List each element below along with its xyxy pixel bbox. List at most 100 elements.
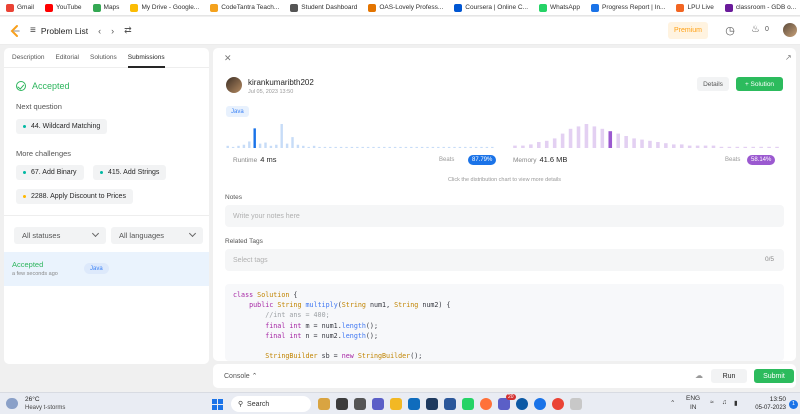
details-button[interactable]: Details	[697, 77, 729, 91]
distribution-bar[interactable]	[656, 142, 660, 148]
distribution-bar[interactable]	[719, 146, 724, 148]
language-indicator[interactable]: ENG	[686, 395, 700, 402]
distribution-bar[interactable]	[404, 146, 408, 148]
distribution-bar[interactable]	[420, 146, 424, 148]
distribution-bar[interactable]	[415, 146, 418, 148]
distribution-bar[interactable]	[679, 144, 684, 148]
bookmark-link[interactable]: My Drive - Google...	[130, 3, 199, 12]
distribution-bar[interactable]	[237, 145, 240, 148]
distribution-bar[interactable]	[269, 145, 273, 148]
bookmark-link[interactable]: LPU Live	[676, 3, 714, 12]
distribution-bar[interactable]	[529, 144, 533, 148]
distribution-bar[interactable]	[469, 146, 472, 148]
distribution-bar[interactable]	[608, 131, 613, 148]
distribution-bar[interactable]	[264, 142, 267, 148]
weather-icon[interactable]	[6, 398, 18, 409]
shuffle-icon[interactable]: ⇄	[124, 25, 132, 36]
distribution-bar[interactable]	[648, 140, 652, 148]
tab-description[interactable]: Description	[12, 48, 45, 68]
submission-row[interactable]: Accepted a few seconds ago Java	[4, 252, 209, 286]
distribution-bar[interactable]	[312, 145, 316, 148]
distribution-bar[interactable]	[584, 124, 589, 148]
cloud-save-icon[interactable]: ☁	[695, 371, 703, 380]
code-block[interactable]: class Solution { public String multiply(…	[225, 284, 784, 361]
distribution-bar[interactable]	[372, 146, 375, 148]
distribution-bar[interactable]	[521, 145, 525, 148]
file-explorer-icon[interactable]	[390, 398, 402, 410]
windows-start-icon[interactable]	[212, 399, 223, 410]
distribution-bar[interactable]	[350, 146, 354, 148]
distribution-bar[interactable]	[296, 144, 300, 148]
weather-temp[interactable]: 26°C	[25, 396, 40, 403]
weather-desc[interactable]: Heavy t-storms	[25, 405, 65, 411]
distribution-bar[interactable]	[759, 146, 763, 148]
streak-icon[interactable]: ♨	[751, 24, 760, 35]
memory-distribution-chart[interactable]	[511, 118, 781, 152]
runtime-distribution-chart[interactable]	[225, 118, 495, 152]
challenge-chip[interactable]: 2288. Apply Discount to Prices	[16, 189, 133, 204]
distribution-bar[interactable]	[275, 144, 278, 148]
distribution-bar[interactable]	[323, 146, 327, 148]
distribution-bar[interactable]	[703, 145, 708, 148]
distribution-bar[interactable]	[431, 146, 435, 148]
distribution-bar[interactable]	[242, 144, 246, 148]
distribution-bar[interactable]	[751, 146, 755, 148]
battery-icon[interactable]: ▮	[734, 399, 738, 407]
problem-list-icon[interactable]: ≡	[30, 25, 36, 36]
add-solution-button[interactable]: + Solution	[736, 77, 783, 91]
next-problem-icon[interactable]: ›	[111, 26, 114, 36]
distribution-bar[interactable]	[480, 146, 483, 148]
close-icon[interactable]: ✕	[224, 53, 232, 64]
distribution-bar[interactable]	[291, 137, 294, 148]
distribution-bar[interactable]	[687, 145, 692, 148]
distribution-bar[interactable]	[280, 124, 283, 148]
timer-icon[interactable]: ◷	[723, 24, 737, 38]
taskbar-app-icon[interactable]	[336, 398, 348, 410]
distribution-bar[interactable]	[453, 146, 456, 148]
problem-list-link[interactable]: Problem List	[41, 26, 88, 36]
distribution-bar[interactable]	[329, 146, 332, 148]
challenge-chip[interactable]: 415. Add Strings	[93, 165, 167, 180]
taskbar-app-icon[interactable]	[408, 398, 420, 410]
taskbar-app-icon[interactable]	[354, 398, 366, 410]
distribution-bar[interactable]	[366, 146, 370, 148]
distribution-bar[interactable]	[544, 140, 549, 148]
teams-icon[interactable]	[372, 398, 384, 410]
distribution-bar[interactable]	[226, 145, 229, 148]
distribution-bar[interactable]	[285, 143, 289, 148]
chrome-icon[interactable]	[534, 398, 546, 410]
distribution-bar[interactable]	[377, 146, 381, 148]
notes-input[interactable]: Write your notes here	[225, 205, 784, 227]
distribution-bar[interactable]	[399, 146, 402, 148]
premium-button[interactable]: Premium	[668, 22, 708, 39]
distribution-bar[interactable]	[383, 146, 386, 148]
distribution-bar[interactable]	[426, 146, 429, 148]
challenge-chip[interactable]: 67. Add Binary	[16, 165, 84, 180]
distribution-bar[interactable]	[664, 143, 668, 148]
distribution-bar[interactable]	[513, 145, 517, 148]
distribution-bar[interactable]	[592, 126, 597, 148]
distribution-bar[interactable]	[345, 146, 348, 148]
distribution-bar[interactable]	[356, 146, 359, 148]
distribution-bar[interactable]	[616, 133, 620, 148]
taskbar-app-icon[interactable]	[570, 398, 582, 410]
distribution-bar[interactable]	[458, 146, 462, 148]
distribution-bar[interactable]	[767, 146, 771, 148]
distribution-bar[interactable]	[248, 141, 251, 148]
bookmark-link[interactable]: Maps	[92, 3, 119, 12]
open-external-icon[interactable]: ↗	[785, 53, 792, 62]
submit-button[interactable]: Submit	[754, 369, 794, 383]
run-button[interactable]: Run	[711, 369, 747, 383]
distribution-bar[interactable]	[711, 145, 716, 148]
taskbar-search[interactable]: ⚲ Search	[231, 396, 311, 412]
distribution-bar[interactable]	[410, 146, 413, 148]
distribution-bar[interactable]	[485, 146, 489, 148]
bookmark-link[interactable]: YouTube	[44, 3, 82, 12]
distribution-bar[interactable]	[437, 146, 440, 148]
distribution-bar[interactable]	[253, 128, 256, 148]
distribution-bar[interactable]	[743, 146, 748, 148]
distribution-bar[interactable]	[491, 146, 494, 148]
distribution-bar[interactable]	[576, 126, 581, 148]
tags-select[interactable]: Select tags 0/5	[225, 249, 784, 271]
taskbar-app-icon[interactable]	[444, 398, 456, 410]
